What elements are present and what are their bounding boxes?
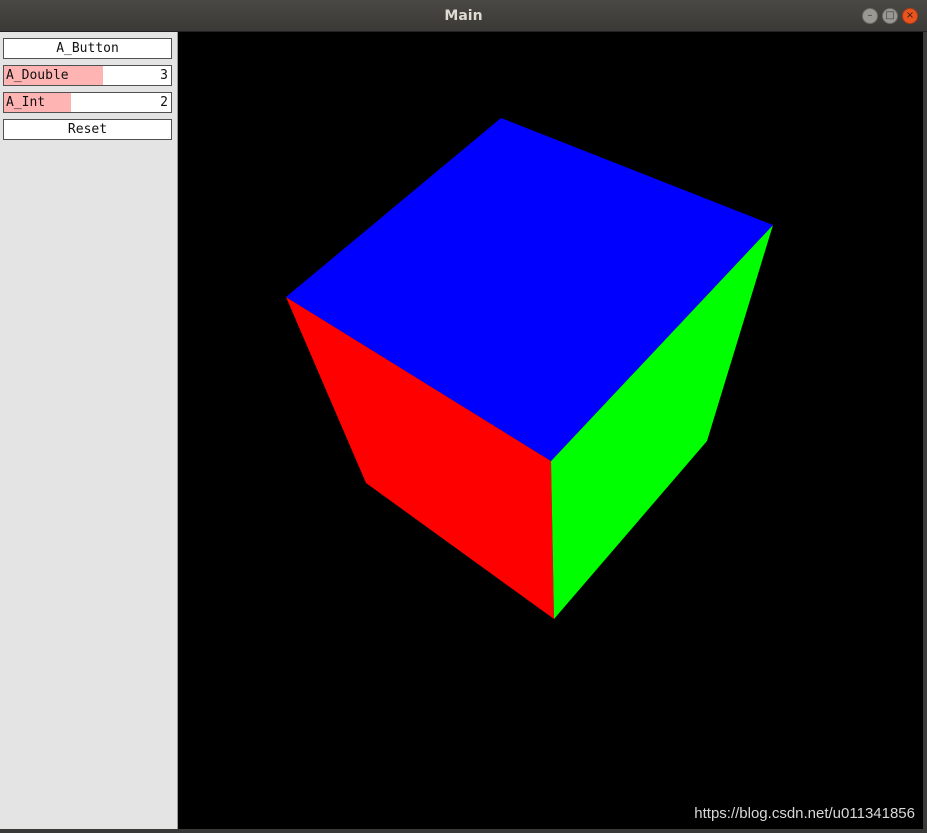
window-frame-bottom: [0, 829, 927, 833]
a-double-value: 3: [160, 68, 168, 83]
close-icon: ×: [905, 10, 915, 21]
reset-button[interactable]: Reset: [3, 119, 172, 140]
a-double-slider[interactable]: A_Double 3: [3, 65, 172, 86]
title-bar[interactable]: Main – □ ×: [0, 0, 927, 32]
a-int-value: 2: [160, 95, 168, 110]
watermark-text: https://blog.csdn.net/u011341856: [694, 805, 915, 822]
reset-button-label: Reset: [67, 122, 108, 137]
a-int-slider[interactable]: A_Int 2: [3, 92, 172, 113]
minimize-icon: –: [867, 10, 873, 21]
window-frame-right: [923, 32, 927, 833]
minimize-button[interactable]: –: [862, 8, 878, 24]
a-button-label: A_Button: [56, 41, 119, 56]
close-button[interactable]: ×: [902, 8, 918, 24]
window-title: Main: [444, 8, 483, 24]
a-double-label: A_Double: [6, 68, 69, 83]
render-viewport[interactable]: https://blog.csdn.net/u011341856: [178, 32, 923, 829]
cube-scene: [286, 118, 773, 619]
a-int-label: A_Int: [6, 95, 46, 110]
main-window: Main – □ × A_Button A_Double 3 A_Int 2 R…: [0, 0, 927, 833]
control-panel: A_Button A_Double 3 A_Int 2 Reset: [0, 32, 178, 829]
a-button[interactable]: A_Button: [3, 38, 172, 59]
maximize-icon: □: [885, 10, 895, 21]
maximize-button[interactable]: □: [882, 8, 898, 24]
